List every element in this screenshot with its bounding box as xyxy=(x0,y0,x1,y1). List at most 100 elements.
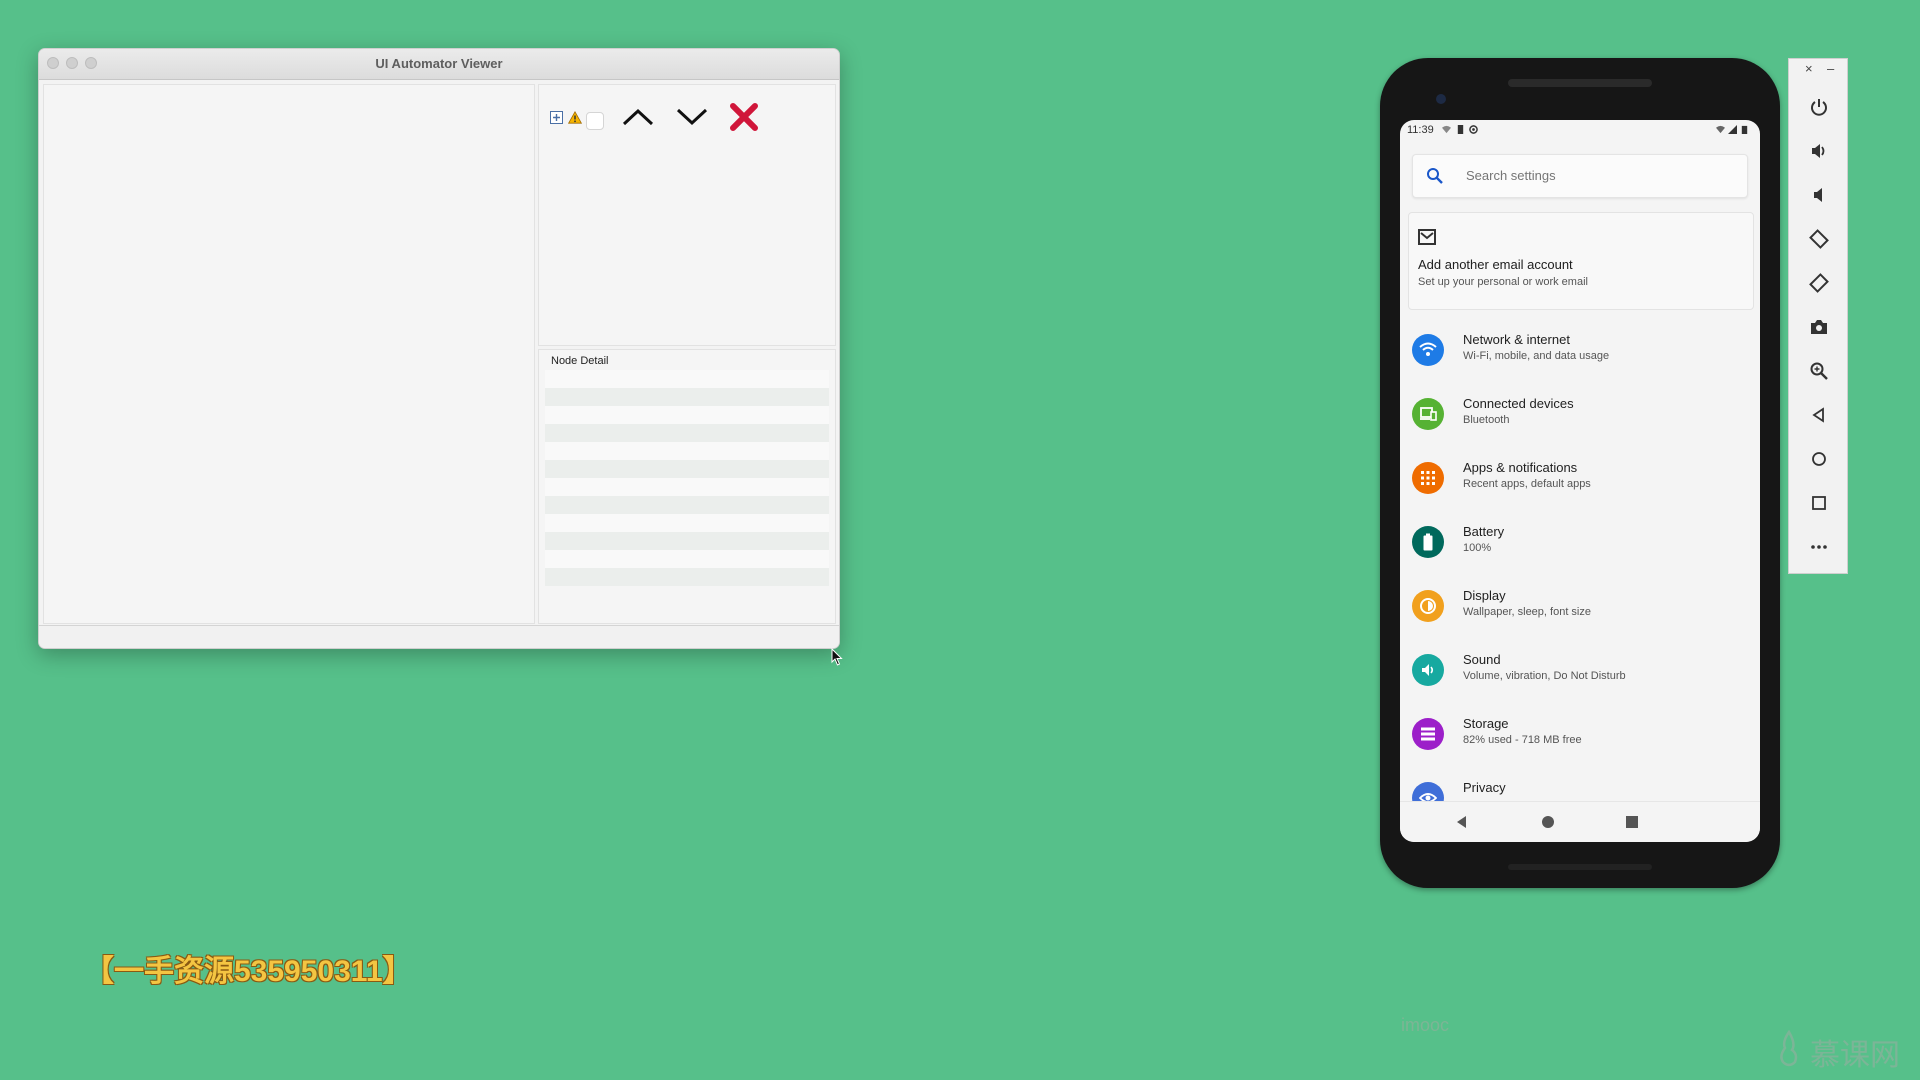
settings-item-subtitle: 82% used - 718 MB free xyxy=(1463,734,1582,746)
rotate-right-icon[interactable] xyxy=(1808,272,1830,294)
emulator-toolbar-header: × – xyxy=(1789,59,1847,81)
settings-item-subtitle: Recent apps, default apps xyxy=(1463,478,1591,490)
storage-icon xyxy=(1412,718,1444,750)
settings-item-title: Display xyxy=(1463,588,1506,603)
settings-item-storage[interactable]: Storage 82% used - 718 MB free xyxy=(1400,712,1760,764)
android-phone-frame: 11:39 Add another email account Set up y… xyxy=(1380,58,1780,888)
node-detail-row[interactable] xyxy=(545,514,829,532)
phone-bottom-speaker xyxy=(1508,864,1652,870)
node-detail-row[interactable] xyxy=(545,406,829,424)
settings-item-sound[interactable]: Sound Volume, vibration, Do Not Disturb xyxy=(1400,648,1760,700)
sdcard-status-icon xyxy=(1457,125,1464,134)
status-bar: 11:39 xyxy=(1400,120,1760,140)
wifi-icon xyxy=(1412,334,1444,366)
emulator-toolbar: × – xyxy=(1788,58,1848,574)
mouse-cursor-icon xyxy=(831,648,843,666)
wifi-status-icon xyxy=(1442,125,1451,134)
devices-icon xyxy=(1412,398,1444,430)
status-time: 11:39 xyxy=(1407,124,1434,136)
phone-camera xyxy=(1436,94,1446,104)
settings-item-display[interactable]: Display Wallpaper, sleep, font size xyxy=(1400,584,1760,636)
settings-item-subtitle: Wallpaper, sleep, font size xyxy=(1463,606,1591,618)
imooc-watermark: imooc xyxy=(1401,1015,1450,1035)
suggestion-title: Add another email account xyxy=(1418,257,1573,272)
nav-home-icon[interactable] xyxy=(1540,814,1556,830)
settings-item-subtitle: Volume, vibration, Do Not Disturb xyxy=(1463,670,1626,682)
settings-item-subtitle: Wi-Fi, mobile, and data usage xyxy=(1463,350,1610,362)
toggle-nav-checkbox[interactable] xyxy=(586,112,604,130)
emulator-minimize-button[interactable]: – xyxy=(1827,61,1834,76)
search-settings-bar[interactable] xyxy=(1412,154,1748,198)
battery-status-icon xyxy=(1741,125,1748,134)
overview-icon[interactable] xyxy=(1808,492,1830,514)
warning-icon[interactable] xyxy=(568,110,582,124)
node-detail-row[interactable] xyxy=(545,550,829,568)
node-detail-row[interactable] xyxy=(545,478,829,496)
zoom-icon[interactable] xyxy=(1808,360,1830,382)
imooc-flame-icon xyxy=(1780,1030,1798,1067)
settings-item-apps-notifications[interactable]: Apps & notifications Recent apps, default… xyxy=(1400,456,1760,508)
expand-all-icon[interactable] xyxy=(549,110,563,124)
back-icon[interactable] xyxy=(1808,404,1830,426)
settings-item-title: Network & internet xyxy=(1463,332,1570,347)
suggestion-subtitle: Set up your personal or work email xyxy=(1418,276,1588,288)
screenshot-pane[interactable] xyxy=(43,84,535,624)
cell-signal-icon xyxy=(1728,125,1737,134)
navigation-bar xyxy=(1400,801,1760,842)
settings-item-title: Sound xyxy=(1463,652,1501,667)
power-icon[interactable] xyxy=(1808,96,1830,118)
volume-up-icon[interactable] xyxy=(1808,140,1830,162)
watermark-text: 【一手资源535950311】 xyxy=(84,955,413,988)
nav-back-icon[interactable] xyxy=(1454,814,1470,830)
title-bar[interactable]: UI Automator Viewer xyxy=(39,49,839,80)
node-detail-title: Node Detail xyxy=(551,355,609,367)
sync-status-icon xyxy=(1469,125,1478,134)
emulator-close-button[interactable]: × xyxy=(1805,61,1813,76)
hierarchy-toolbar xyxy=(549,99,762,135)
settings-item-title: Storage xyxy=(1463,716,1509,731)
settings-item-title: Battery xyxy=(1463,524,1505,539)
phone-speaker xyxy=(1508,79,1652,87)
battery-icon xyxy=(1412,526,1444,558)
node-detail-table[interactable] xyxy=(545,370,829,586)
rotate-left-icon[interactable] xyxy=(1808,228,1830,250)
settings-item-subtitle: Bluetooth xyxy=(1463,414,1510,426)
phone-screen[interactable]: 11:39 Add another email account Set up y… xyxy=(1400,120,1760,842)
apps-icon xyxy=(1412,462,1444,494)
email-icon xyxy=(1418,229,1436,245)
node-detail-row[interactable] xyxy=(545,442,829,460)
settings-item-network-internet[interactable]: Network & internet Wi-Fi, mobile, and dat… xyxy=(1400,328,1760,380)
settings-item-battery[interactable]: Battery 100% xyxy=(1400,520,1760,572)
home-icon[interactable] xyxy=(1808,448,1830,470)
settings-item-subtitle: 100% xyxy=(1463,542,1492,554)
node-detail-row[interactable] xyxy=(545,460,829,478)
search-icon xyxy=(1427,168,1443,184)
chevron-up-icon[interactable] xyxy=(618,99,658,135)
suggestion-card[interactable]: Add another email account Set up your pe… xyxy=(1408,212,1754,310)
chevron-down-icon[interactable] xyxy=(672,99,712,135)
settings-item-title: Privacy xyxy=(1463,780,1506,795)
node-detail-row[interactable] xyxy=(545,532,829,550)
search-input[interactable] xyxy=(1466,168,1716,183)
sound-icon xyxy=(1412,654,1444,686)
settings-item-title: Connected devices xyxy=(1463,396,1574,411)
node-detail-row[interactable] xyxy=(545,568,829,586)
node-detail-row[interactable] xyxy=(545,496,829,514)
signal-wifi-icon xyxy=(1716,125,1725,134)
camera-icon[interactable] xyxy=(1808,316,1830,338)
node-detail-row[interactable] xyxy=(545,424,829,442)
close-icon[interactable] xyxy=(726,99,762,135)
hierarchy-pane[interactable] xyxy=(538,84,836,346)
uiautomator-viewer-window: UI Automator Viewer Node Detail xyxy=(38,48,840,649)
window-title: UI Automator Viewer xyxy=(375,56,503,71)
nav-overview-icon[interactable] xyxy=(1624,814,1640,830)
more-icon[interactable] xyxy=(1808,536,1830,558)
node-detail-row[interactable] xyxy=(545,388,829,406)
node-detail-row[interactable] xyxy=(545,370,829,388)
settings-item-title: Apps & notifications xyxy=(1463,460,1578,475)
volume-down-icon[interactable] xyxy=(1808,184,1830,206)
display-icon xyxy=(1412,590,1444,622)
node-detail-pane: Node Detail xyxy=(538,349,836,624)
viewer-status-bar xyxy=(39,625,839,648)
settings-item-connected-devices[interactable]: Connected devices Bluetooth xyxy=(1400,392,1760,444)
